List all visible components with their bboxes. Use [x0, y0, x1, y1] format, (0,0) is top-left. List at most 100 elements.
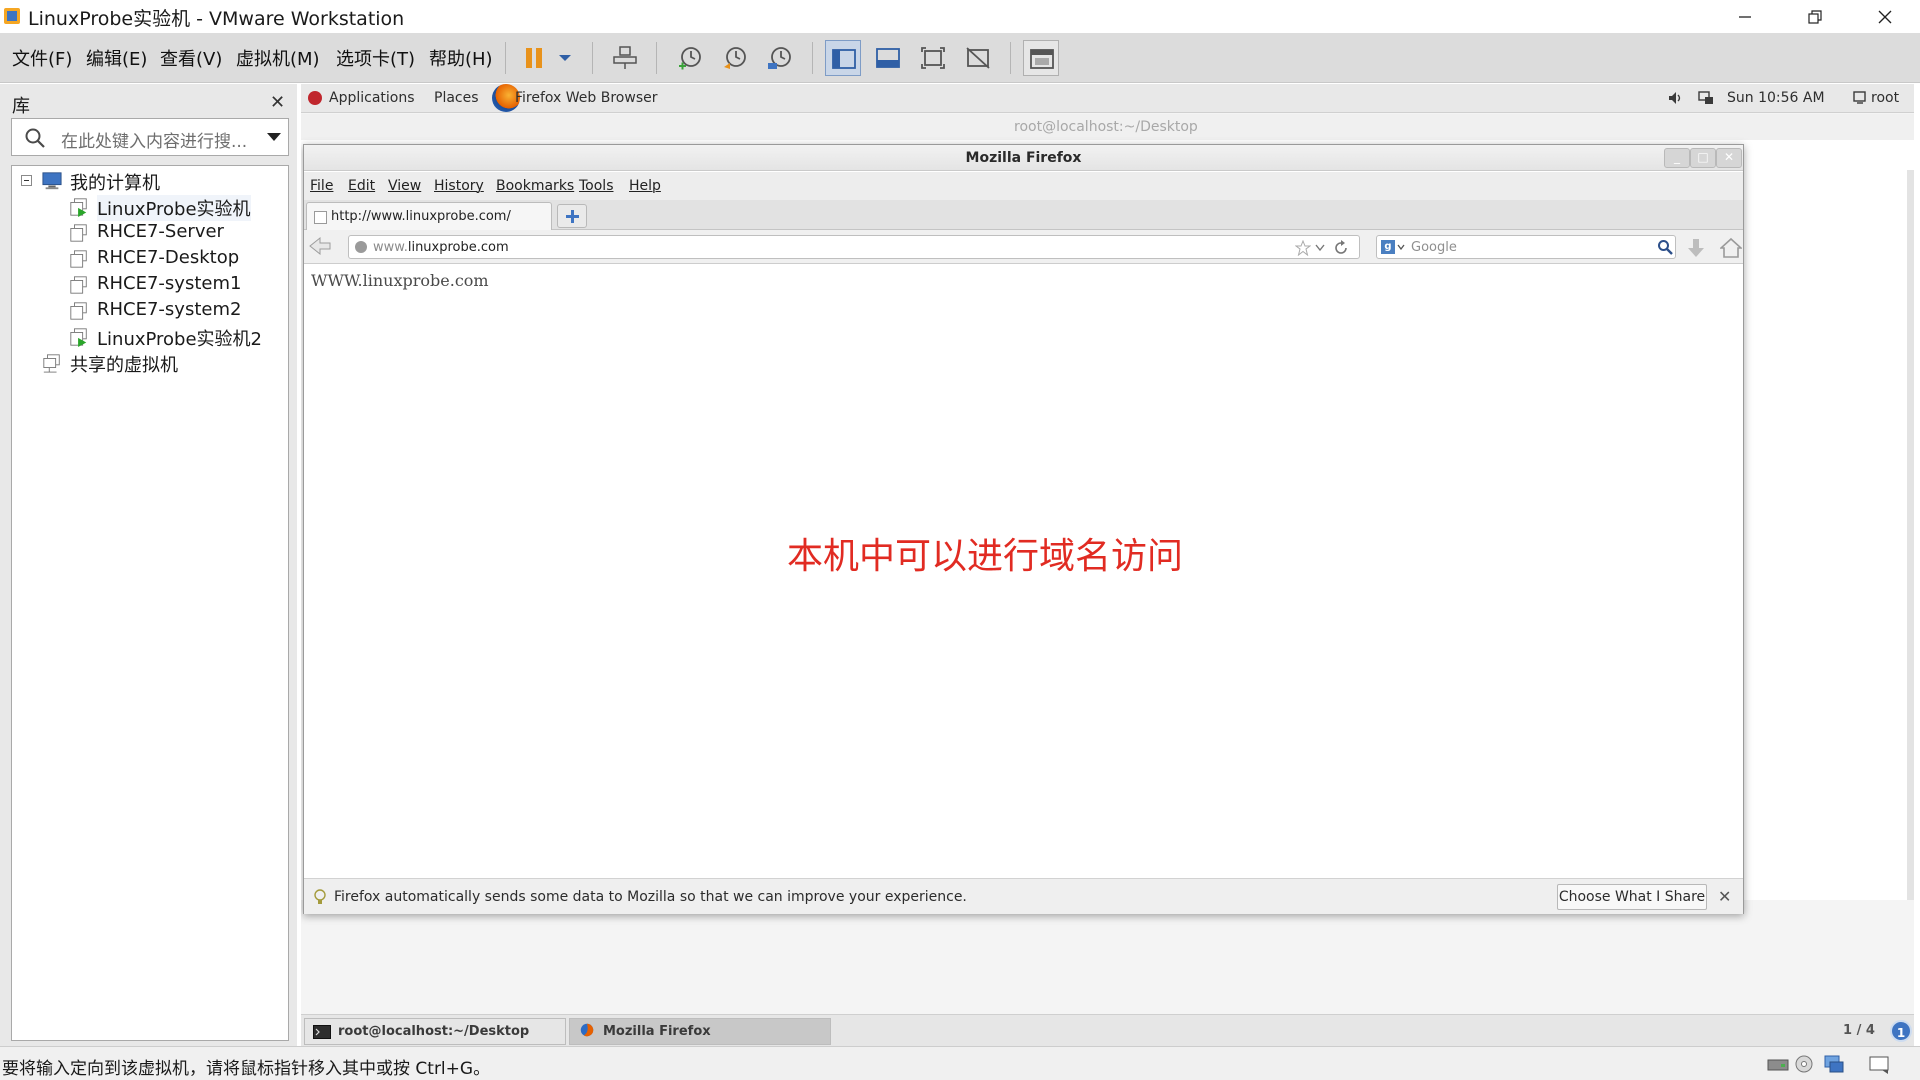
- menu-tabs[interactable]: 选项卡(T): [336, 45, 415, 71]
- places-menu[interactable]: Places: [434, 90, 479, 106]
- active-app-label[interactable]: Firefox Web Browser: [515, 90, 658, 106]
- show-library-button[interactable]: [825, 40, 861, 76]
- library-panel: 库 ✕ 在此处键入内容进行搜... 我的计算机 LinuxProbe实验机 RH…: [0, 84, 297, 1046]
- menu-file[interactable]: 文件(F): [12, 45, 72, 71]
- gnome-bottom-panel: root@localhost:~/Desktop Mozilla Firefox…: [301, 1014, 1914, 1046]
- vm-icon: [70, 250, 87, 268]
- clock[interactable]: Sun 10:56 AM: [1727, 90, 1825, 106]
- unity-button[interactable]: [960, 40, 996, 76]
- thumbnail-bar-icon: [876, 48, 900, 68]
- user-icon: [1853, 91, 1867, 105]
- downloads-icon[interactable]: [1685, 237, 1707, 259]
- menu-edit[interactable]: 编辑(E): [86, 45, 147, 71]
- firefox-maximize-button[interactable]: □: [1690, 148, 1716, 168]
- ff-menu-view[interactable]: View: [388, 178, 421, 194]
- power-dropdown-button[interactable]: [553, 40, 577, 76]
- search-placeholder: 在此处键入内容进行搜...: [61, 132, 248, 152]
- back-button[interactable]: [308, 235, 336, 259]
- page-favicon-icon: [314, 211, 327, 224]
- choose-what-i-share-button[interactable]: Choose What I Share: [1557, 884, 1707, 910]
- ff-menu-help[interactable]: Help: [629, 178, 661, 194]
- search-dropdown-icon[interactable]: [267, 133, 281, 141]
- cd-dvd-icon[interactable]: [1793, 1054, 1815, 1074]
- network-icon[interactable]: [1698, 91, 1714, 105]
- clock-manage-icon: [768, 47, 791, 69]
- hard-disk-icon[interactable]: [1767, 1054, 1789, 1074]
- taskbar-item-label: root@localhost:~/Desktop: [338, 1024, 530, 1039]
- firefox-icon: [580, 1023, 594, 1037]
- library-search-input[interactable]: 在此处键入内容进行搜...: [11, 118, 289, 156]
- toolbar-separator: [656, 42, 657, 74]
- send-ctrl-alt-del-button[interactable]: [607, 40, 643, 76]
- menu-vm[interactable]: 虚拟机(M): [236, 45, 320, 71]
- snapshot-take-button[interactable]: [672, 40, 708, 76]
- console-view-icon: [1030, 49, 1054, 69]
- taskbar-item-terminal[interactable]: root@localhost:~/Desktop: [304, 1018, 566, 1045]
- user-menu[interactable]: root: [1871, 90, 1899, 106]
- gnome-top-panel: Applications Places Firefox Web Browser …: [301, 84, 1914, 113]
- vm-console[interactable]: Applications Places Firefox Web Browser …: [301, 84, 1920, 1046]
- network-adapter-icon[interactable]: [1823, 1054, 1845, 1074]
- restore-button[interactable]: [1780, 0, 1850, 33]
- library-close-icon[interactable]: ✕: [270, 92, 285, 113]
- close-icon: [1878, 10, 1892, 24]
- guest-desktop[interactable]: Applications Places Firefox Web Browser …: [301, 84, 1914, 1046]
- toolbar-separator: [1010, 42, 1011, 74]
- library-tree: 我的计算机 LinuxProbe实验机 RHCE7-Server RHCE7-D…: [11, 165, 289, 1041]
- notification-icon[interactable]: 1: [1890, 1020, 1912, 1042]
- tree-item-label: RHCE7-system1: [97, 273, 242, 294]
- url-host: linuxprobe.com: [407, 240, 509, 255]
- search-icon[interactable]: [1657, 239, 1673, 255]
- engine-dropdown-icon[interactable]: [1397, 244, 1405, 250]
- firefox-close-button[interactable]: ✕: [1716, 148, 1742, 168]
- new-tab-button[interactable]: [557, 204, 587, 228]
- page-content[interactable]: WWW.linuxprobe.com 本机中可以进行域名访问: [304, 265, 1743, 861]
- console-view-button[interactable]: [1023, 40, 1059, 76]
- snapshot-manager-button[interactable]: [762, 40, 798, 76]
- search-placeholder: Google: [1411, 240, 1457, 255]
- volume-icon[interactable]: [1668, 91, 1684, 105]
- firefox-window[interactable]: Mozilla Firefox _ □ ✕ File Edit View His…: [303, 144, 1744, 914]
- ff-menu-history[interactable]: History: [434, 178, 484, 194]
- ff-menu-bookmarks[interactable]: Bookmarks: [496, 178, 574, 194]
- globe-icon: [355, 241, 367, 253]
- notification-close-icon[interactable]: ✕: [1718, 887, 1731, 906]
- vm-running-icon: [70, 328, 87, 347]
- reload-icon[interactable]: [1333, 240, 1349, 256]
- firefox-titlebar[interactable]: Mozilla Firefox _ □ ✕: [304, 145, 1743, 171]
- terminal-titlebar[interactable]: root@localhost:~/Desktop: [301, 114, 1914, 140]
- taskbar-item-firefox[interactable]: Mozilla Firefox: [569, 1018, 831, 1045]
- web-search-input[interactable]: g Google: [1376, 235, 1676, 259]
- menu-help[interactable]: 帮助(H): [429, 45, 493, 71]
- redhat-icon: [308, 91, 322, 105]
- history-dropdown-icon[interactable]: [1315, 244, 1325, 252]
- firefox-tab[interactable]: http://www.linuxprobe.com/: [306, 202, 552, 230]
- url-bar[interactable]: www.linuxprobe.com: [348, 235, 1360, 259]
- message-log-icon[interactable]: [1868, 1054, 1890, 1074]
- unity-disabled-icon: [966, 47, 990, 69]
- firefox-title: Mozilla Firefox: [965, 150, 1082, 166]
- tree-item-label: 共享的虚拟机: [70, 355, 178, 376]
- home-icon[interactable]: [1720, 237, 1742, 259]
- ff-menu-edit[interactable]: Edit: [348, 178, 375, 194]
- applications-menu[interactable]: Applications: [329, 90, 415, 106]
- minimize-button[interactable]: [1710, 0, 1780, 33]
- workspace-pager[interactable]: 1 / 4: [1843, 1023, 1875, 1038]
- ff-menu-file[interactable]: File: [310, 178, 333, 194]
- fullscreen-button[interactable]: [915, 40, 951, 76]
- pause-button[interactable]: [517, 40, 553, 76]
- ff-menu-tools[interactable]: Tools: [579, 178, 614, 194]
- tree-item-label: RHCE7-Desktop: [97, 247, 240, 268]
- collapse-toggle[interactable]: [21, 175, 32, 186]
- close-button[interactable]: [1850, 0, 1920, 33]
- chevron-down-icon: [559, 55, 571, 61]
- firefox-minimize-button[interactable]: _: [1664, 148, 1690, 168]
- snapshot-revert-button[interactable]: [717, 40, 753, 76]
- clock-revert-icon: [724, 47, 746, 69]
- annotation-text: 本机中可以进行域名访问: [787, 536, 1184, 577]
- bookmark-star-icon[interactable]: [1295, 240, 1311, 256]
- thumbnail-bar-button[interactable]: [870, 40, 906, 76]
- firefox-navbar: www.linuxprobe.com g Google: [304, 230, 1743, 264]
- terminal-scrollbar[interactable]: [1907, 170, 1914, 900]
- menu-view[interactable]: 查看(V): [160, 45, 222, 71]
